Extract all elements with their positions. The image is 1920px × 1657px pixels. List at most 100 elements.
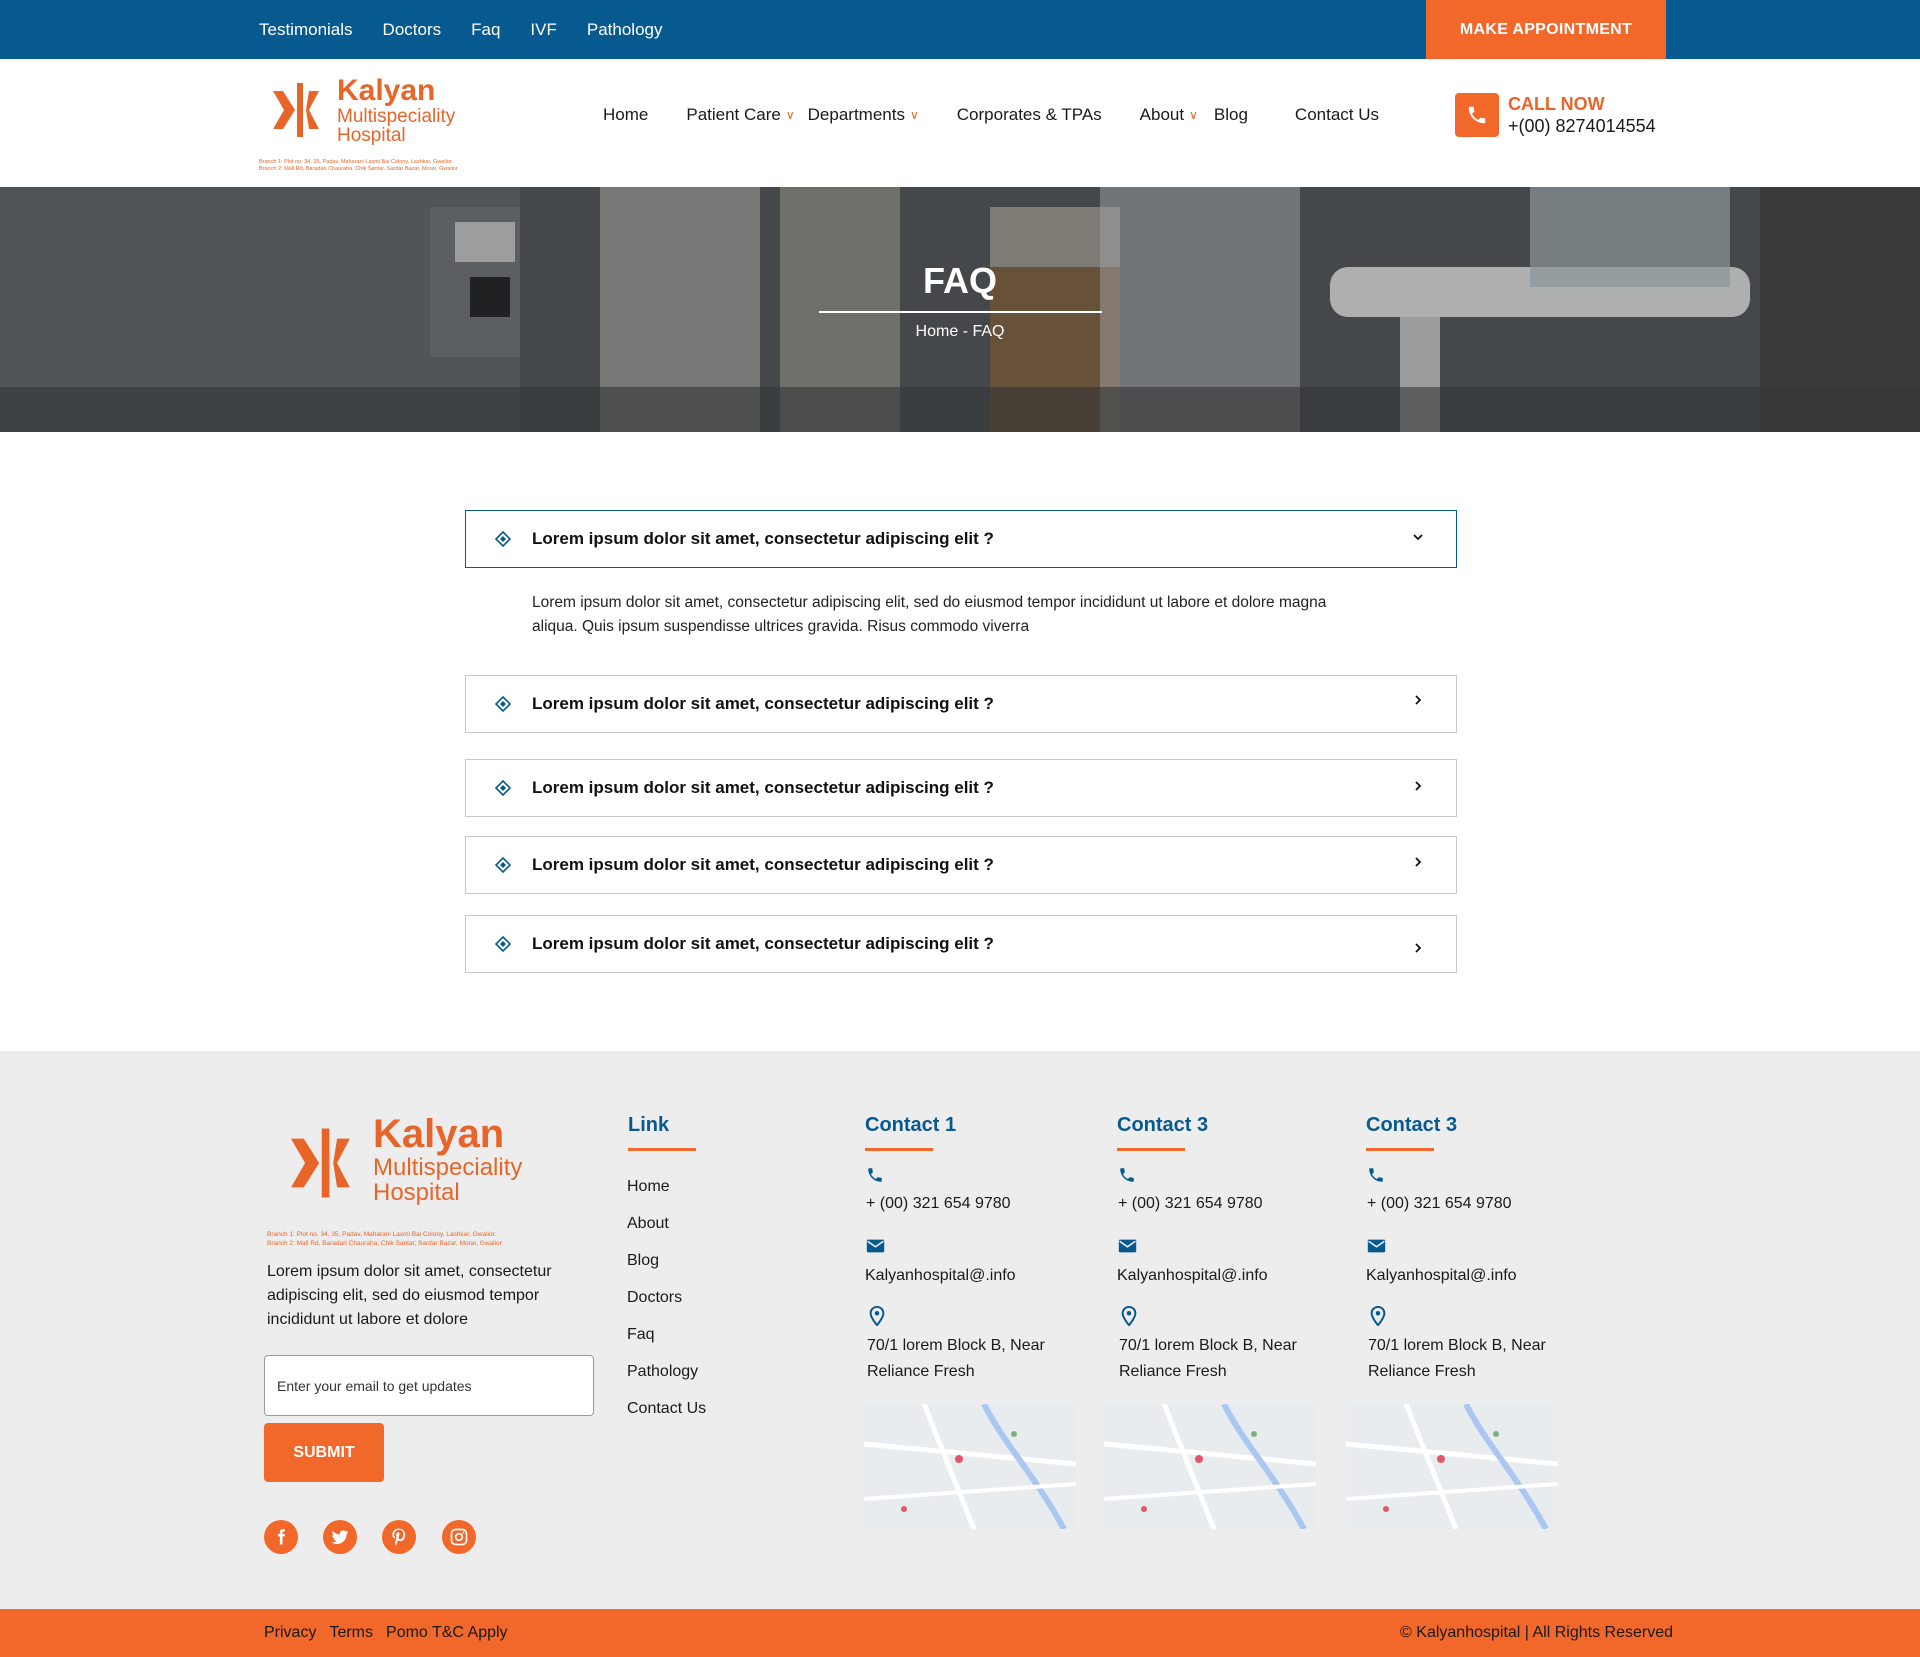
contact-heading: Contact 1 [865, 1114, 956, 1151]
footer-link-faq[interactable]: Faq [627, 1316, 706, 1353]
chevron-right-icon [1410, 778, 1426, 794]
submit-button[interactable]: SUBMIT [264, 1423, 384, 1482]
top-link-doctors[interactable]: Doctors [383, 20, 442, 40]
footer-logo-subtitle-1: Multispeciality [373, 1154, 523, 1181]
faq-question-4: Lorem ipsum dolor sit amet, consectetur … [532, 855, 994, 874]
facebook-icon[interactable] [264, 1520, 298, 1554]
contact-email[interactable]: Kalyanhospital@.info [1366, 1263, 1517, 1289]
footer-link-contact-us[interactable]: Contact Us [627, 1390, 706, 1427]
top-bar: Testimonials Doctors Faq IVF Pathology M… [0, 0, 1920, 59]
logo-subtitle-1: Multispeciality [337, 106, 456, 127]
phone-icon [1118, 1166, 1138, 1186]
contact-phone[interactable]: + (00) 321 654 9780 [1367, 1191, 1512, 1217]
promo-terms-link[interactable]: Pomo T&C Apply [386, 1624, 508, 1642]
nav-departments-label: Departments [807, 105, 905, 124]
nav-patient-care-label: Patient Care [686, 105, 781, 124]
contact-heading-text: Contact 3 [1366, 1114, 1458, 1136]
title-divider [819, 311, 1102, 313]
nav-contact-label: Contact Us [1294, 105, 1380, 124]
phone-icon [1455, 93, 1499, 137]
faq-question-1: Lorem ipsum dolor sit amet, consectetur … [532, 529, 994, 548]
breadcrumb[interactable]: Home - FAQ [0, 323, 1920, 341]
terms-link[interactable]: Terms [329, 1624, 373, 1642]
chevron-right-icon [1410, 854, 1426, 870]
contact-address-line-2: Reliance Fresh [1119, 1363, 1227, 1380]
contact-address-line-1: 70/1 lorem Block B, Near [1119, 1337, 1297, 1354]
footer-logo-text: Kalyan Multispeciality Hospital [373, 1113, 522, 1205]
contact-heading-text: Contact 3 [1117, 1114, 1209, 1136]
nav-home[interactable]: Home [603, 105, 648, 125]
phone-icon [1367, 1166, 1387, 1186]
nav-corporates-label: Corporates & TPAs [956, 105, 1102, 124]
faq-item-5[interactable]: Lorem ipsum dolor sit amet, consectetur … [465, 915, 1457, 973]
footer-branch-2: Branch 2: Mall Rd, Baradari Chauraha, Ch… [267, 1240, 502, 1247]
map-thumbnail[interactable] [1346, 1404, 1558, 1529]
nav-corporates[interactable]: Corporates & TPAs [957, 105, 1102, 125]
make-appointment-button[interactable]: MAKE APPOINTMENT [1426, 0, 1666, 59]
call-number: +(00) 8274014554 [1508, 116, 1656, 136]
heading-underline [865, 1148, 933, 1151]
instagram-icon[interactable] [442, 1520, 476, 1554]
heading-underline [1366, 1148, 1434, 1151]
nav-patient-care[interactable]: Patient Care ∨ [686, 105, 794, 125]
site-header: Kalyan Multispeciality Hospital Branch 1… [0, 59, 1920, 187]
map-thumbnail[interactable] [864, 1404, 1076, 1529]
envelope-icon [1367, 1238, 1387, 1258]
faq-question-2: Lorem ipsum dolor sit amet, consectetur … [532, 694, 994, 713]
top-links: Testimonials Doctors Faq IVF Pathology [259, 0, 663, 59]
nav-contact-us[interactable]: Contact Us [1295, 105, 1379, 125]
nav-blog-label: Blog [1213, 105, 1248, 124]
contact-email[interactable]: Kalyanhospital@.info [865, 1263, 1016, 1289]
faq-item-4[interactable]: Lorem ipsum dolor sit amet, consectetur … [465, 836, 1457, 894]
heading-underline [1117, 1148, 1185, 1151]
copyright: © Kalyanhospital | All Rights Reserved [1400, 1624, 1673, 1641]
nav-departments[interactable]: Departments ∨ [808, 105, 919, 125]
top-link-pathology[interactable]: Pathology [587, 20, 663, 40]
contact-phone[interactable]: + (00) 321 654 9780 [866, 1191, 1011, 1217]
footer-link-about[interactable]: About [627, 1205, 706, 1242]
chevron-right-icon [1410, 940, 1426, 956]
diamond-icon [494, 695, 512, 713]
banner-overlay [0, 187, 1920, 432]
top-link-testimonials[interactable]: Testimonials [259, 20, 353, 40]
faq-item-2[interactable]: Lorem ipsum dolor sit amet, consectetur … [465, 675, 1457, 733]
nav-about[interactable]: About ∨ [1140, 105, 1198, 125]
footer-link-blog[interactable]: Blog [627, 1242, 706, 1279]
nav-blog[interactable]: Blog [1214, 105, 1248, 125]
hospital-logo[interactable]: Kalyan Multispeciality Hospital Branch 1… [259, 73, 499, 173]
diamond-icon [494, 856, 512, 874]
footer-link-pathology[interactable]: Pathology [627, 1353, 706, 1390]
call-text: CALL NOW +(00) 8274014554 [1508, 93, 1656, 137]
footer-description: Lorem ipsum dolor sit amet, consectetur … [267, 1263, 552, 1328]
map-thumbnail[interactable] [1104, 1404, 1316, 1529]
footer-logo-name: Kalyan [373, 1112, 505, 1156]
diamond-icon [494, 935, 512, 953]
location-pin-icon [1370, 1305, 1390, 1327]
kk-logo-mark-icon [273, 83, 319, 137]
phone-icon [866, 1166, 886, 1186]
nav-home-label: Home [603, 105, 649, 124]
footer-logo-subtitle-2: Hospital [373, 1179, 460, 1206]
newsletter-email-input[interactable] [264, 1355, 594, 1416]
pinterest-icon[interactable] [382, 1520, 416, 1554]
contact-email[interactable]: Kalyanhospital@.info [1117, 1263, 1268, 1289]
contact-phone[interactable]: + (00) 321 654 9780 [1118, 1191, 1263, 1217]
top-link-ivf[interactable]: IVF [530, 20, 556, 40]
call-now-label: CALL NOW [1508, 94, 1605, 114]
main-nav: Home Patient Care ∨ Departments ∨ Corporat… [603, 59, 1417, 171]
footer-logo[interactable]: Kalyan Multispeciality Hospital Branch 1… [267, 1113, 597, 1247]
twitter-icon[interactable] [323, 1520, 357, 1554]
logo-addresses: Branch 1: Plot no. 34, 35, Padav, Mahara… [259, 159, 458, 173]
chevron-down-icon: ∨ [909, 108, 919, 122]
top-link-faq[interactable]: Faq [471, 20, 500, 40]
legal-links: Privacy Terms Pomo T&C Apply [264, 1609, 508, 1657]
footer-branch-1: Branch 1: Plot no. 34, 35, Padav, Mahara… [267, 1231, 497, 1238]
footer-link-home[interactable]: Home [627, 1168, 706, 1205]
faq-item-3[interactable]: Lorem ipsum dolor sit amet, consectetur … [465, 759, 1457, 817]
faq-item-1[interactable]: Lorem ipsum dolor sit amet, consectetur … [465, 510, 1457, 568]
footer-link-doctors[interactable]: Doctors [627, 1279, 706, 1316]
contact-address-line-2: Reliance Fresh [867, 1363, 975, 1380]
privacy-link[interactable]: Privacy [264, 1624, 316, 1642]
call-now[interactable]: CALL NOW +(00) 8274014554 [1455, 93, 1656, 137]
envelope-icon [866, 1238, 886, 1258]
